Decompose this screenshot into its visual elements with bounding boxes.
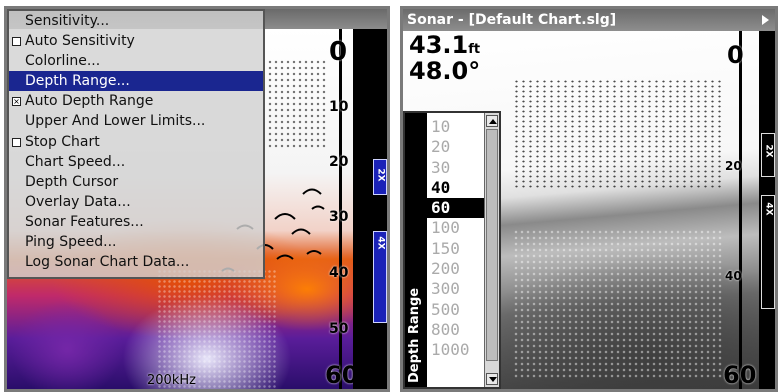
menu-item[interactable]: Overlay Data...	[9, 192, 263, 212]
left-zoom-2x-tab[interactable]: 2X	[373, 159, 387, 195]
frequency-label: 200kHz	[147, 373, 196, 388]
checkbox-checked-icon[interactable]: ×	[12, 97, 21, 107]
right-sonar-bottom-noise	[513, 229, 723, 379]
right-sonar-clutter	[513, 79, 723, 189]
menu-item[interactable]: × Auto Depth Range	[9, 91, 263, 111]
right-zoom-4x-tab[interactable]: 4X	[761, 195, 775, 309]
menu-item[interactable]: Ping Speed...	[9, 232, 263, 252]
depth-range-option[interactable]: 30	[427, 158, 489, 178]
menu-item-label: Depth Cursor	[25, 173, 119, 190]
menu-item-label: Stop Chart	[25, 133, 100, 150]
right-depth-scale: 0 20 40 60	[723, 31, 756, 389]
menu-item[interactable]: Log Sonar Chart Data...	[9, 252, 263, 272]
menu-item[interactable]: Auto Sensitivity	[9, 31, 263, 51]
depth-readout: 43.1ft	[409, 31, 481, 59]
right-depth-mark-40: 40	[725, 269, 742, 283]
menu-item[interactable]: Sensitivity...	[9, 11, 263, 31]
right-sonar-panel: Sonar - [Default Chart.slg] 43.1ft 48.0°…	[400, 6, 778, 392]
left-depth-scale: 0 10 20 30 40 50 60	[325, 29, 358, 389]
menu-item[interactable]: Sonar Features...	[9, 212, 263, 232]
menu-item-label: Colorline...	[25, 53, 101, 70]
left-depth-top: 0	[329, 37, 348, 67]
menu-item[interactable]: Stop Chart	[9, 132, 263, 152]
arrow-down-icon	[489, 377, 497, 382]
depth-range-scrollbar[interactable]	[484, 113, 499, 387]
left-depth-mark-10: 10	[329, 99, 349, 115]
sonar-title-bar: Sonar - [Default Chart.slg]	[403, 9, 775, 31]
menu-item[interactable]: Colorline...	[9, 51, 263, 71]
scroll-up-button[interactable]	[486, 115, 498, 127]
scroll-down-button[interactable]	[486, 373, 498, 385]
arrow-up-icon	[489, 119, 497, 124]
depth-range-option[interactable]: 10	[427, 117, 489, 137]
menu-item-label: Sonar Features...	[25, 213, 144, 230]
sonar-window-title: Sonar - [Default Chart.slg]	[407, 12, 617, 28]
right-depth-top: 0	[727, 41, 744, 69]
depth-range-list: 10 20 30 40 60 100 150 200 300 500 800 1000	[427, 117, 489, 361]
menu-item-label: Ping Speed...	[25, 234, 117, 251]
depth-range-dialog: Depth Range 10 20 30 40 60 100 150 200 300 500 800…	[403, 111, 501, 389]
menu-item-label: Upper And Lower Limits...	[25, 113, 206, 130]
menu-item[interactable]: Depth Cursor	[9, 172, 263, 192]
depth-range-option[interactable]: 500	[427, 300, 489, 320]
right-zoom-2x-tab[interactable]: 2X	[761, 133, 775, 177]
menu-item[interactable]: Chart Speed...	[9, 152, 263, 172]
checkbox-unchecked-icon[interactable]	[12, 37, 21, 47]
left-depth-mark-20: 20	[329, 154, 349, 170]
menu-item-label: Auto Depth Range	[25, 93, 154, 110]
depth-range-label-strip: Depth Range	[405, 113, 427, 387]
depth-range-option[interactable]: 100	[427, 218, 489, 238]
depth-range-option[interactable]: 150	[427, 239, 489, 259]
menu-item-label: Auto Sensitivity	[25, 33, 135, 50]
menu-item-label: Log Sonar Chart Data...	[25, 254, 190, 271]
right-depth-mark-20: 20	[725, 159, 742, 173]
menu-item[interactable]: Depth Range...	[9, 71, 263, 92]
menu-item-label: Sensitivity...	[25, 13, 110, 29]
right-depth-bottom: 60	[723, 361, 757, 389]
menu-item-label: Depth Range...	[25, 73, 130, 90]
left-depth-mark-30: 30	[329, 209, 349, 225]
sonar-context-menu: Sensitivity... Auto Sensitivity Colorline.…	[7, 9, 265, 279]
left-zoom-4x-tab[interactable]: 4X	[373, 231, 387, 323]
left-sonar-panel: 0 10 20 30 40 50 60 2X 4X Sensitivity...…	[4, 6, 390, 392]
depth-range-option[interactable]: 800	[427, 320, 489, 340]
depth-range-label: Depth Range	[407, 287, 422, 383]
depth-range-option[interactable]: 60	[427, 198, 489, 219]
scroll-thumb[interactable]	[486, 129, 498, 361]
checkbox-unchecked-icon[interactable]	[12, 137, 21, 147]
menu-item-label: Overlay Data...	[25, 193, 131, 210]
depth-range-option[interactable]: 20	[427, 137, 489, 157]
menu-item-label: Chart Speed...	[25, 153, 126, 170]
menu-item[interactable]: Upper And Lower Limits...	[9, 111, 263, 131]
left-depth-mark-50: 50	[329, 321, 349, 337]
depth-range-option[interactable]: 40	[427, 178, 489, 198]
left-side-strip	[353, 29, 387, 389]
title-arrow-icon[interactable]	[762, 15, 769, 25]
depth-range-option[interactable]: 1000	[427, 340, 489, 360]
left-depth-mark-40: 40	[329, 265, 349, 281]
depth-unit: ft	[468, 42, 481, 57]
temperature-readout: 48.0°	[409, 57, 481, 85]
depth-range-option[interactable]: 200	[427, 259, 489, 279]
depth-range-option[interactable]: 300	[427, 279, 489, 299]
